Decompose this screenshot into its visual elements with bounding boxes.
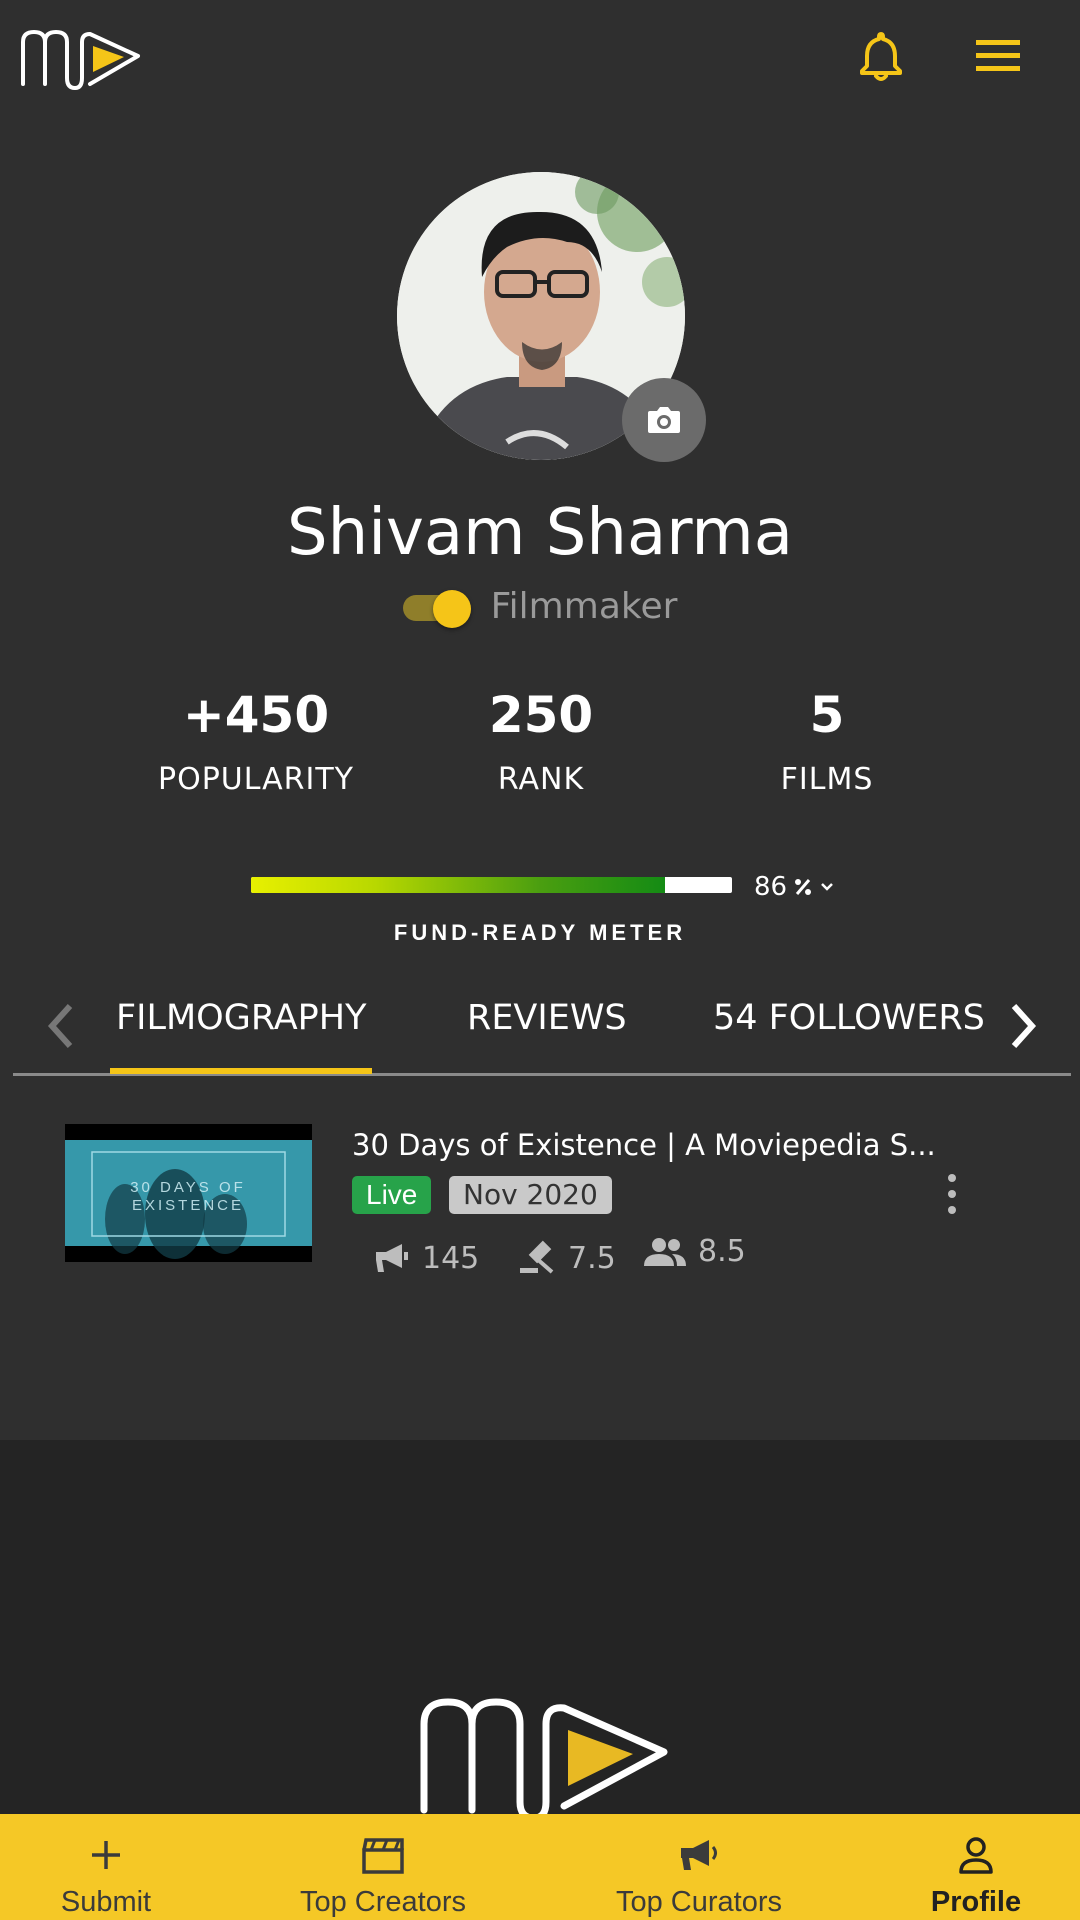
stat-label: RANK bbox=[497, 762, 585, 797]
tab-filmography[interactable]: FILMOGRAPHY bbox=[116, 998, 366, 1038]
more-options-icon[interactable] bbox=[942, 1174, 962, 1214]
stat-popularity: +450 POPULARITY bbox=[126, 686, 386, 797]
stat-value: 250 bbox=[488, 686, 594, 744]
stat-label: FILMS bbox=[780, 762, 874, 797]
nav-label: Submit bbox=[60, 1886, 152, 1918]
date-badge: Nov 2020 bbox=[449, 1176, 612, 1214]
fund-ready-meter-fill bbox=[251, 877, 665, 893]
chevron-down-icon bbox=[821, 883, 833, 891]
nav-label: Top Creators bbox=[299, 1886, 466, 1918]
metric-jury-score: 7.5 bbox=[518, 1240, 616, 1276]
metric-value: 7.5 bbox=[568, 1240, 616, 1276]
moviepedia-logo bbox=[420, 1698, 668, 1818]
film-thumbnail[interactable]: 30 DAYS OF EXISTENCE bbox=[65, 1124, 312, 1262]
stat-films: 5 FILMS bbox=[697, 686, 957, 797]
nav-label: Top Curators bbox=[615, 1886, 782, 1918]
stat-label: POPULARITY bbox=[157, 762, 355, 797]
active-tab-indicator bbox=[110, 1068, 372, 1074]
change-photo-button[interactable] bbox=[622, 378, 706, 462]
bottom-navigation: Submit Top Creators Top Curators Profile bbox=[0, 1814, 1080, 1920]
stat-value: 5 bbox=[809, 686, 845, 744]
metric-promotions: 145 bbox=[372, 1240, 479, 1276]
fund-ready-meter-label: FUND-READY METER bbox=[393, 920, 687, 945]
nav-submit[interactable]: Submit bbox=[40, 1814, 172, 1920]
role-label: Filmmaker bbox=[490, 586, 678, 627]
role-row: Filmmaker bbox=[0, 586, 1080, 628]
profile-name: Shivam Sharma bbox=[287, 496, 793, 570]
status-badge: Live bbox=[352, 1176, 432, 1214]
stat-value: +450 bbox=[182, 686, 330, 744]
hamburger-menu-icon[interactable] bbox=[974, 38, 1022, 74]
film-title[interactable]: 30 Days of Existence | A Moviepedia S... bbox=[352, 1128, 936, 1162]
bell-icon[interactable] bbox=[858, 30, 904, 82]
fund-ready-meter-bar bbox=[251, 877, 732, 893]
plus-icon bbox=[92, 1841, 120, 1869]
people-icon bbox=[644, 1237, 686, 1266]
percent-icon bbox=[795, 879, 812, 895]
tab-reviews[interactable]: REVIEWS bbox=[467, 998, 627, 1038]
metric-audience-score: 8.5 bbox=[642, 1234, 746, 1269]
metric-value: 8.5 bbox=[698, 1234, 746, 1269]
chevron-left-icon[interactable] bbox=[44, 1002, 78, 1050]
profile-tabs: FILMOGRAPHY REVIEWS 54 FOLLOWERS bbox=[0, 990, 1080, 1076]
nav-top-curators[interactable]: Top Curators bbox=[596, 1814, 802, 1920]
fund-ready-meter-value[interactable]: 86 bbox=[754, 872, 835, 902]
nav-label: Profile bbox=[930, 1886, 1022, 1918]
megaphone-icon bbox=[376, 1244, 408, 1272]
nav-top-creators[interactable]: Top Creators bbox=[278, 1814, 488, 1920]
person-icon bbox=[959, 1837, 993, 1874]
app-logo[interactable] bbox=[20, 26, 142, 92]
stat-rank: 250 RANK bbox=[411, 686, 671, 797]
meter-percent-text: 86 bbox=[754, 872, 788, 902]
role-toggle[interactable] bbox=[402, 589, 471, 628]
nav-profile[interactable]: Profile bbox=[912, 1814, 1040, 1920]
metric-value: 145 bbox=[422, 1240, 480, 1276]
megaphone-icon bbox=[681, 1840, 717, 1870]
thumbnail-caption-line-2: EXISTENCE bbox=[132, 1197, 244, 1214]
thumbnail-caption-line-1: 30 DAYS OF bbox=[130, 1179, 246, 1196]
gavel-icon bbox=[520, 1240, 554, 1274]
camera-icon bbox=[648, 407, 680, 433]
clapperboard-icon bbox=[362, 1838, 404, 1874]
tab-followers[interactable]: 54 FOLLOWERS bbox=[713, 998, 985, 1038]
chevron-right-icon[interactable] bbox=[1006, 1002, 1040, 1050]
